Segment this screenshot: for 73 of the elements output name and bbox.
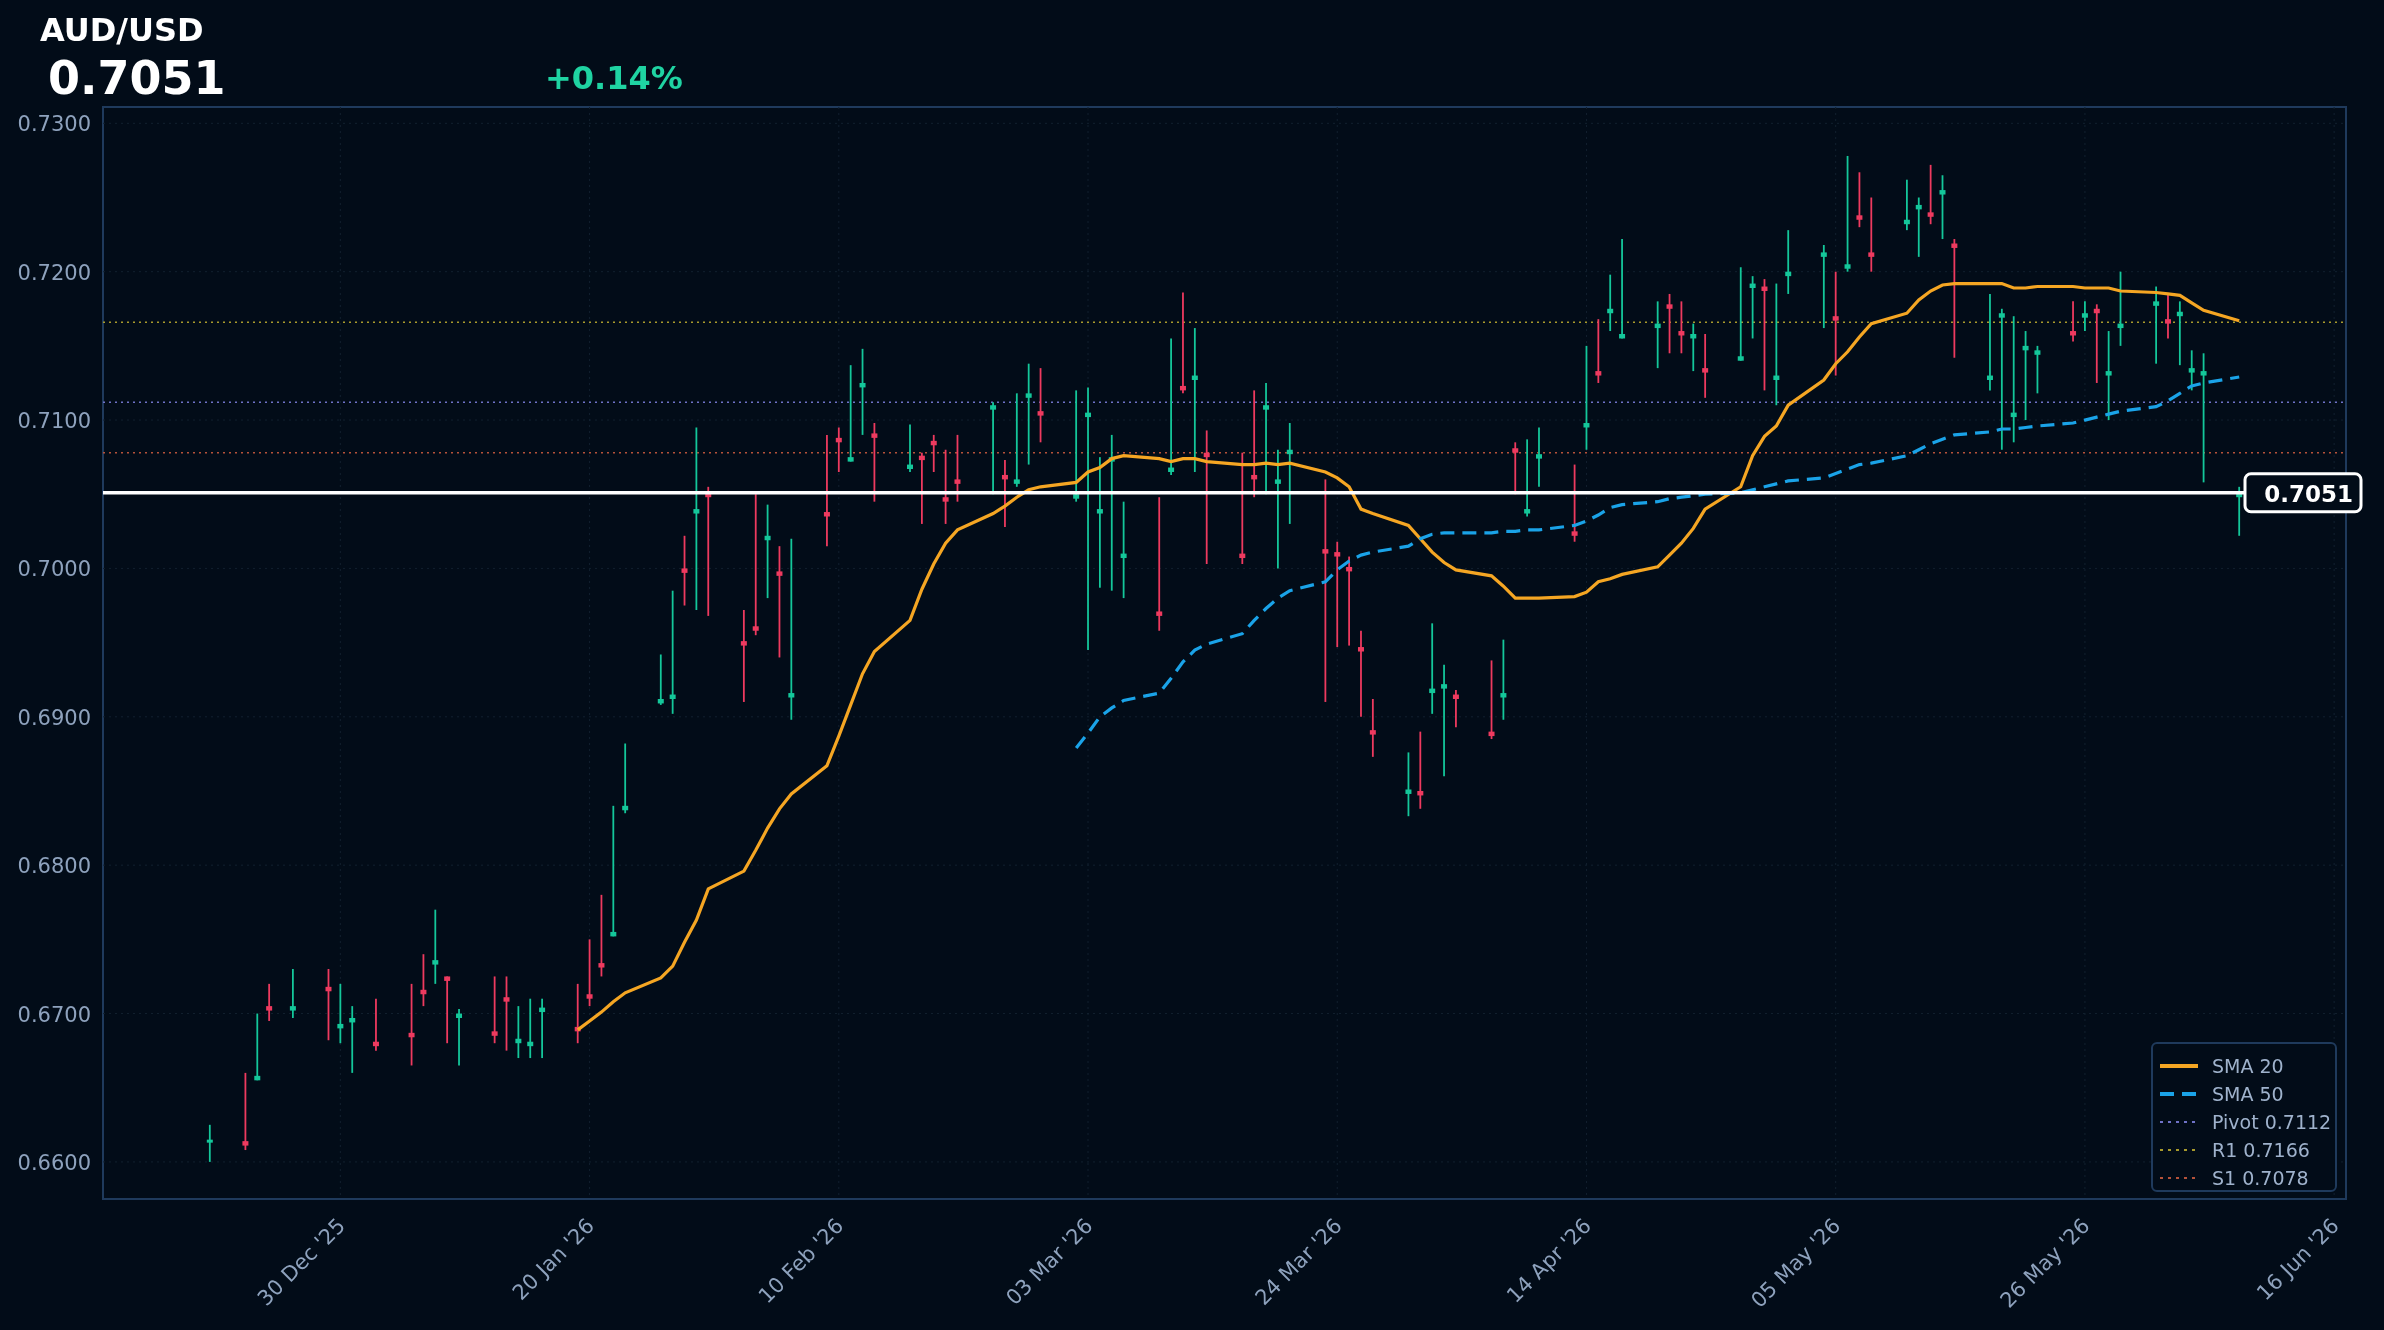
candlestick bbox=[1369, 698, 1376, 758]
candlestick bbox=[1595, 318, 1602, 384]
candlestick bbox=[527, 997, 534, 1059]
candlestick bbox=[1001, 459, 1008, 528]
legend-label: R1 0.7166 bbox=[2212, 1139, 2310, 1161]
candlestick bbox=[1927, 163, 1934, 226]
candlestick bbox=[1749, 275, 1756, 340]
candlestick bbox=[1702, 333, 1709, 399]
candlestick bbox=[930, 434, 937, 473]
candlestick bbox=[1915, 196, 1922, 258]
axis-label: 03 Mar '26 bbox=[1001, 1213, 1098, 1310]
axis-label: 20 Jan '26 bbox=[507, 1213, 600, 1305]
candlestick bbox=[337, 982, 344, 1045]
candlestick bbox=[266, 982, 273, 1022]
axis-label: 0.7000 bbox=[17, 557, 91, 582]
price-value: 0.7051 bbox=[47, 50, 226, 106]
legend-label: SMA 20 bbox=[2212, 1055, 2284, 1077]
candlestick bbox=[907, 423, 913, 473]
candlestick bbox=[835, 426, 842, 473]
candlestick bbox=[1405, 751, 1412, 818]
candlestick bbox=[1690, 322, 1697, 372]
candlestick bbox=[206, 1123, 213, 1163]
candlestick bbox=[349, 1005, 356, 1074]
candlestick bbox=[1536, 426, 1542, 488]
candlestick bbox=[2176, 300, 2183, 367]
candlestick bbox=[1939, 174, 1946, 240]
candlestick bbox=[372, 997, 379, 1052]
candlestick bbox=[515, 1005, 522, 1059]
legend-label: SMA 50 bbox=[2212, 1083, 2284, 1105]
candlestick bbox=[2236, 485, 2243, 537]
axis-label: 30 Dec '25 bbox=[252, 1213, 350, 1311]
candlestick bbox=[1452, 689, 1459, 729]
candlestick bbox=[420, 953, 427, 1007]
legend-label: S1 0.7078 bbox=[2212, 1167, 2309, 1189]
candlestick bbox=[539, 997, 546, 1059]
axis-label: 0.7100 bbox=[17, 409, 91, 434]
axis-label: 0.7300 bbox=[17, 112, 91, 137]
candlestick bbox=[574, 982, 581, 1045]
candlestick bbox=[1666, 293, 1673, 355]
candlestick bbox=[289, 968, 296, 1019]
candlestick bbox=[1678, 300, 1685, 355]
axis-label: 0.6700 bbox=[17, 1002, 91, 1027]
candlestick bbox=[2165, 293, 2171, 340]
candlestick bbox=[1785, 229, 1792, 295]
candlestick bbox=[1856, 171, 1863, 229]
candlestick bbox=[456, 1008, 463, 1067]
axis-label: 0.6900 bbox=[17, 705, 91, 730]
axis-label: 14 Apr '26 bbox=[1502, 1213, 1596, 1308]
legend-label: Pivot 0.7112 bbox=[2212, 1111, 2332, 1133]
symbol-title: AUD/USD bbox=[40, 10, 204, 50]
candlestick bbox=[954, 434, 961, 503]
candlestick bbox=[1607, 273, 1614, 332]
candlestick bbox=[1903, 178, 1910, 232]
candlestick bbox=[444, 975, 451, 1045]
candlestick bbox=[2070, 300, 2077, 343]
axis-label: 16 Jun '26 bbox=[2252, 1213, 2344, 1306]
candlestick bbox=[254, 1012, 261, 1082]
candlestick bbox=[2188, 349, 2195, 392]
candlestick bbox=[491, 975, 498, 1045]
candlestick bbox=[2081, 300, 2088, 332]
axis-label: 10 Feb '26 bbox=[753, 1213, 849, 1309]
price-tag: 0.7051 bbox=[2243, 472, 2363, 514]
candlestick bbox=[657, 653, 664, 706]
axis-label: 0.7200 bbox=[17, 260, 91, 285]
axis-label: 24 Mar '26 bbox=[1250, 1213, 1347, 1310]
axis-label: 0.6600 bbox=[17, 1150, 91, 1175]
legend-swatch bbox=[2160, 1064, 2198, 1068]
candlestick bbox=[2034, 345, 2041, 395]
change-percent: +0.14% bbox=[545, 58, 683, 98]
candlestick bbox=[1654, 300, 1661, 370]
axis-label: 0.6800 bbox=[17, 854, 91, 879]
candlestick bbox=[586, 938, 593, 1007]
legend-swatch bbox=[2160, 1092, 2198, 1096]
